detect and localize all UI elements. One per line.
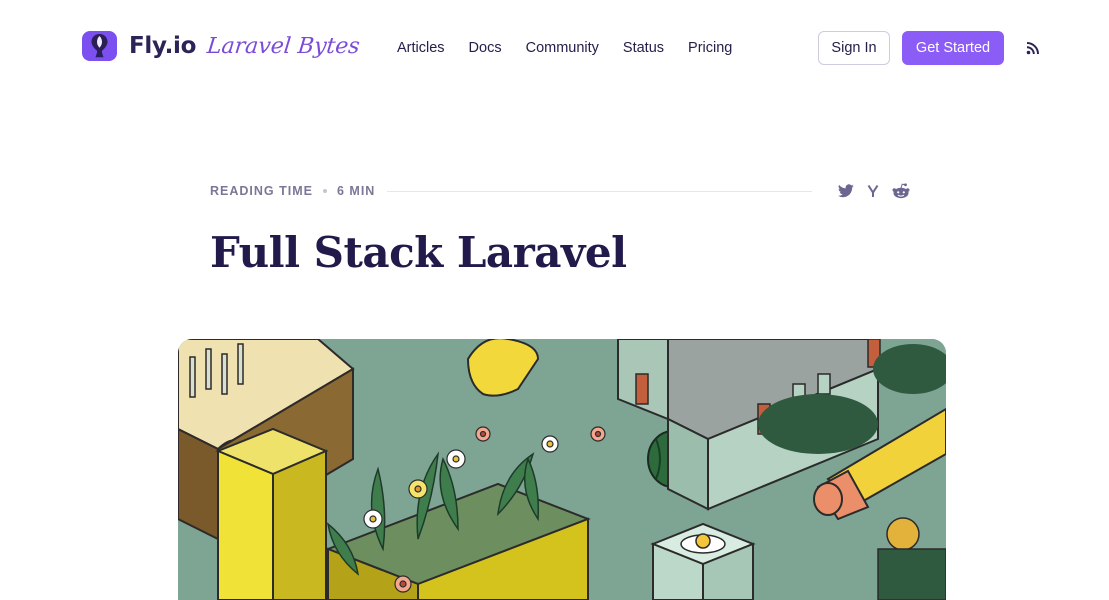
- brand-logo[interactable]: Fly.io Laravel Bytes: [81, 30, 362, 62]
- article-meta: READING TIME 6 MIN: [210, 182, 910, 200]
- article-title: Full Stack Laravel: [210, 228, 627, 277]
- nav-pricing[interactable]: Pricing: [688, 38, 732, 58]
- hacker-news-icon[interactable]: [866, 184, 880, 198]
- fly-balloon-icon: [82, 31, 117, 61]
- nav-community[interactable]: Community: [526, 38, 599, 58]
- isometric-illustration: [178, 339, 946, 600]
- rss-icon[interactable]: [1026, 41, 1040, 55]
- site-header: Fly.io Laravel Bytes Articles Docs Commu…: [0, 0, 1109, 96]
- nav-articles[interactable]: Articles: [397, 38, 445, 58]
- share-links: [826, 183, 910, 199]
- main-nav: Articles Docs Community Status Pricing: [397, 38, 756, 58]
- meta-separator: [322, 189, 327, 193]
- nav-status[interactable]: Status: [623, 38, 664, 58]
- reading-time-label: READING TIME: [210, 184, 313, 198]
- twitter-icon[interactable]: [838, 184, 854, 198]
- brand-name: Fly.io: [129, 33, 197, 59]
- sign-in-button[interactable]: Sign In: [818, 31, 890, 65]
- nav-docs[interactable]: Docs: [469, 38, 502, 58]
- brand-subtitle: Laravel Bytes: [205, 33, 362, 59]
- get-started-button[interactable]: Get Started: [902, 31, 1004, 65]
- reddit-icon[interactable]: [892, 183, 910, 199]
- meta-divider: [387, 190, 812, 192]
- hero-image: [178, 339, 946, 600]
- reading-time-value: 6 MIN: [336, 184, 376, 198]
